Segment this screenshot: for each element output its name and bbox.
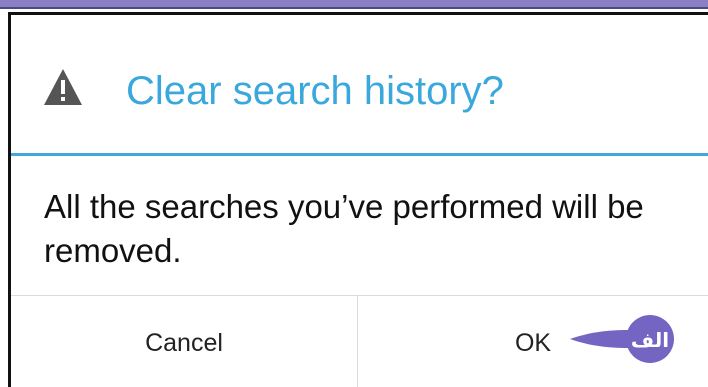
warning-icon xyxy=(44,69,82,105)
title-divider xyxy=(11,153,708,156)
dialog-header: Clear search history? xyxy=(11,15,708,153)
screen: Clear search history? All the searches y… xyxy=(0,0,708,387)
dialog-title: Clear search history? xyxy=(126,69,504,113)
dialog-message: All the searches you’ve performed will b… xyxy=(44,188,644,269)
arrow-marker-icon: الف xyxy=(570,315,674,363)
window-top-border xyxy=(0,0,708,7)
cancel-button-label: Cancel xyxy=(145,328,223,357)
cancel-button[interactable]: Cancel xyxy=(11,296,357,387)
annotation-label: الف xyxy=(631,328,669,352)
ok-button-label: OK xyxy=(514,328,552,357)
